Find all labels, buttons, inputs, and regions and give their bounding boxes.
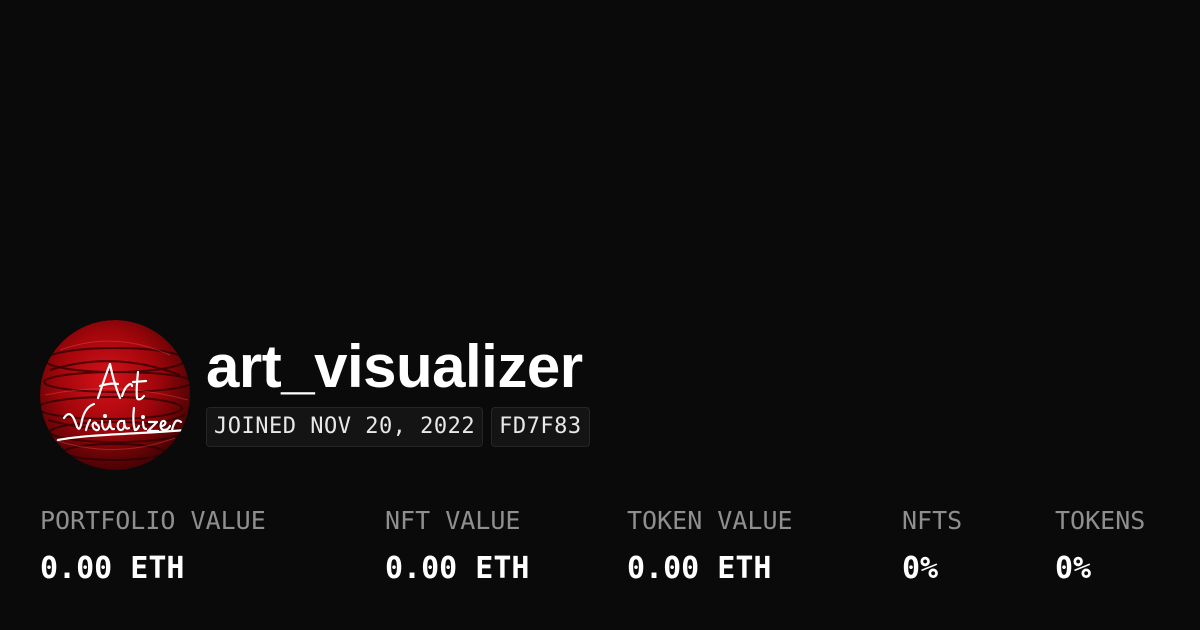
stat-value: 0% <box>1055 551 1092 586</box>
avatar <box>40 320 190 470</box>
stat-value: 0.00 ETH <box>385 551 530 586</box>
stat-portfolio-value: PORTFOLIO VALUE 0.00 ETH <box>40 505 266 587</box>
art-visualizer-logo-icon <box>40 320 190 470</box>
stat-label: NFTS <box>902 506 963 535</box>
stat-value: 0.00 ETH <box>40 551 185 586</box>
stat-value: 0% <box>902 551 939 586</box>
stat-label: NFT VALUE <box>385 506 521 535</box>
username: art_visualizer <box>206 333 583 400</box>
profile-header: art_visualizer JOINED NOV 20, 2022 FD7F8… <box>40 320 590 470</box>
stat-tokens: TOKENS 0% <box>1055 505 1145 587</box>
stat-nfts: NFTS 0% <box>902 505 962 587</box>
profile-tags: JOINED NOV 20, 2022 FD7F83 <box>206 407 590 447</box>
stat-value: 0.00 ETH <box>627 551 772 586</box>
address-badge: FD7F83 <box>491 407 590 447</box>
stat-label: TOKENS <box>1055 506 1146 535</box>
stat-label: TOKEN VALUE <box>627 506 793 535</box>
joined-date-badge: JOINED NOV 20, 2022 <box>206 407 484 447</box>
identity-block: art_visualizer JOINED NOV 20, 2022 FD7F8… <box>206 337 590 447</box>
stat-token-value: TOKEN VALUE 0.00 ETH <box>627 505 793 587</box>
stats-row: PORTFOLIO VALUE 0.00 ETH NFT VALUE 0.00 … <box>40 505 1160 595</box>
stat-label: PORTFOLIO VALUE <box>40 506 266 535</box>
stat-nft-value: NFT VALUE 0.00 ETH <box>385 505 530 587</box>
